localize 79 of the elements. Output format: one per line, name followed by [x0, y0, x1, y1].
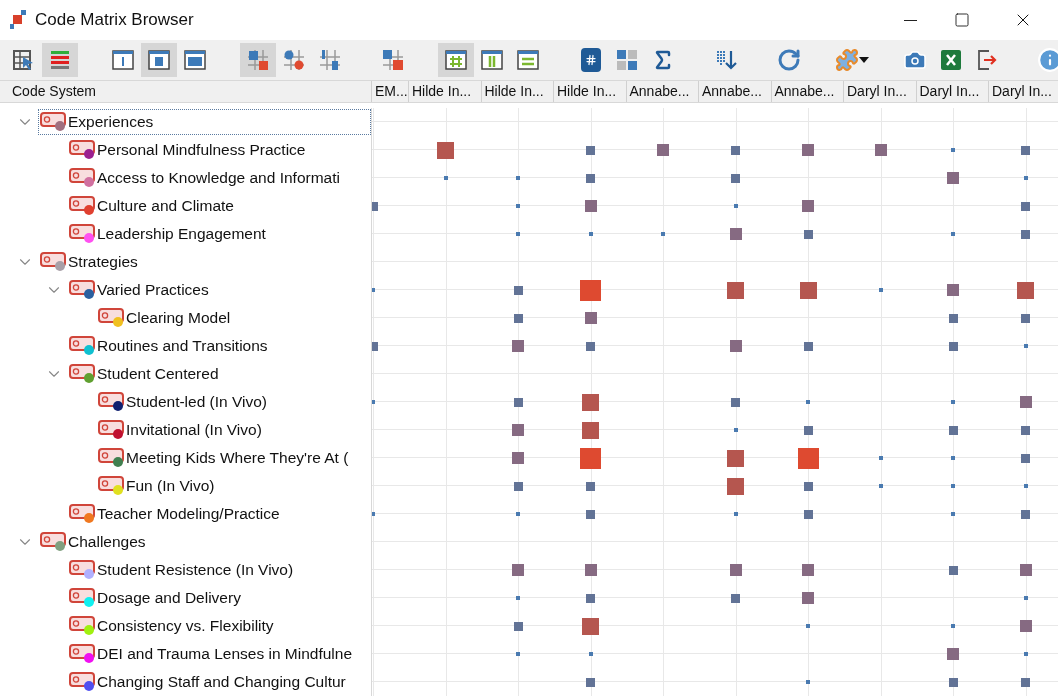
column-header[interactable]: Daryl In...: [844, 81, 917, 102]
code-label: Strategies: [68, 252, 138, 273]
tree-item[interactable]: Personal Mindfulness Practice: [67, 137, 371, 163]
tree-item[interactable]: Invitational (In Vivo): [96, 417, 371, 443]
code-label: Routines and Transitions: [97, 336, 268, 357]
tree-item[interactable]: DEI and Trauma Lenses in Mindfulne: [67, 641, 371, 667]
sort-down-icon: [714, 48, 738, 72]
linked-circles-icon: [282, 48, 306, 72]
linked-squares-icon: [246, 48, 270, 72]
columns-icon: [480, 48, 504, 72]
column-header[interactable]: Daryl In...: [916, 81, 989, 102]
code-label: Fun (In Vivo): [126, 476, 215, 497]
tree-item[interactable]: Access to Knowledge and Informati: [67, 165, 371, 191]
frame-icon: [183, 48, 207, 72]
code-label: Experiences: [68, 112, 154, 133]
rows-icon: [516, 48, 540, 72]
tree-item[interactable]: Fun (In Vivo): [96, 473, 371, 499]
tree-item[interactable]: Consistency vs. Flexibility: [67, 613, 371, 639]
spreadsheet-icon: [939, 48, 963, 72]
app-logo-icon: [9, 10, 27, 30]
code-label: DEI and Trauma Lenses in Mindfulne: [97, 644, 353, 665]
puzzle-dropdown-icon: [835, 48, 869, 72]
code-label: Varied Practices: [97, 280, 209, 301]
tree-item[interactable]: Dosage and Delivery: [67, 585, 371, 611]
tree-item[interactable]: Teacher Modeling/Practice: [67, 501, 371, 527]
document-hash-icon: [581, 48, 601, 72]
tree-item[interactable]: Student Centered: [67, 361, 371, 387]
grid-marks-icon: [318, 48, 342, 72]
column-header[interactable]: EM...: [372, 81, 409, 102]
code-label: Invitational (In Vivo): [126, 420, 262, 441]
tree-item[interactable]: Varied Practices: [67, 277, 371, 303]
column-header[interactable]: Hilde In...: [481, 81, 554, 102]
code-label: Student Resistence (In Vivo): [97, 560, 294, 581]
code-label: Consistency vs. Flexibility: [97, 616, 274, 637]
code-label: Challenges: [68, 532, 146, 553]
maximize-icon: [954, 12, 970, 28]
frame-icon: [147, 48, 171, 72]
code-label: Student-led (In Vivo): [126, 392, 267, 413]
code-label: Meeting Kids Where They're At (: [126, 448, 349, 469]
frame-icon: [111, 48, 135, 72]
tiles-icon: [615, 48, 639, 72]
column-header[interactable]: Annabe...: [771, 81, 844, 102]
tree-item[interactable]: Student-led (In Vivo): [96, 389, 371, 415]
bars-icon: [48, 48, 72, 72]
column-header[interactable]: Hilde In...: [554, 81, 627, 102]
refresh-icon: [777, 48, 801, 72]
camera-icon: [903, 48, 927, 72]
toolbar-button[interactable]: [141, 43, 177, 77]
tree-item[interactable]: Leadership Engagement: [67, 221, 371, 247]
code-label: Personal Mindfulness Practice: [97, 140, 306, 161]
tree-item[interactable]: Experiences: [38, 109, 371, 135]
tree-item[interactable]: Routines and Transitions: [67, 333, 371, 359]
code-label: Dosage and Delivery: [97, 588, 241, 609]
tree-item[interactable]: Meeting Kids Where They're At (: [96, 445, 371, 471]
window-title: Code Matrix Browser: [35, 9, 194, 32]
code-label: Clearing Model: [126, 308, 231, 329]
column-header[interactable]: Annabe...: [699, 81, 772, 102]
hash-grid-icon: [444, 48, 468, 72]
grid-badge-icon: [381, 48, 405, 72]
export-icon: [975, 48, 999, 72]
tree-item[interactable]: Culture and Climate: [67, 193, 371, 219]
info-icon: [1037, 47, 1058, 73]
minimize-icon: [903, 19, 917, 21]
column-header[interactable]: Daryl In...: [989, 81, 1058, 102]
toolbar-button[interactable]: [438, 43, 474, 77]
tree-item[interactable]: Challenges: [38, 529, 371, 555]
tree-item[interactable]: Strategies: [38, 249, 371, 275]
code-label: Teacher Modeling/Practice: [97, 504, 280, 525]
tree-item[interactable]: Student Resistence (In Vivo): [67, 557, 371, 583]
column-header[interactable]: Hilde In...: [409, 81, 482, 102]
column-header[interactable]: Code System: [0, 81, 372, 102]
tree-item[interactable]: Clearing Model: [96, 305, 371, 331]
code-label: Access to Knowledge and Informati: [97, 168, 340, 189]
tree-item[interactable]: Changing Staff and Changing Cultur: [67, 669, 371, 695]
code-label: Culture and Climate: [97, 196, 234, 217]
column-header[interactable]: Annabe...: [626, 81, 699, 102]
code-label: Leadership Engagement: [97, 224, 266, 245]
code-label: Student Centered: [97, 364, 219, 385]
code-label: Changing Staff and Changing Cultur: [97, 672, 346, 693]
